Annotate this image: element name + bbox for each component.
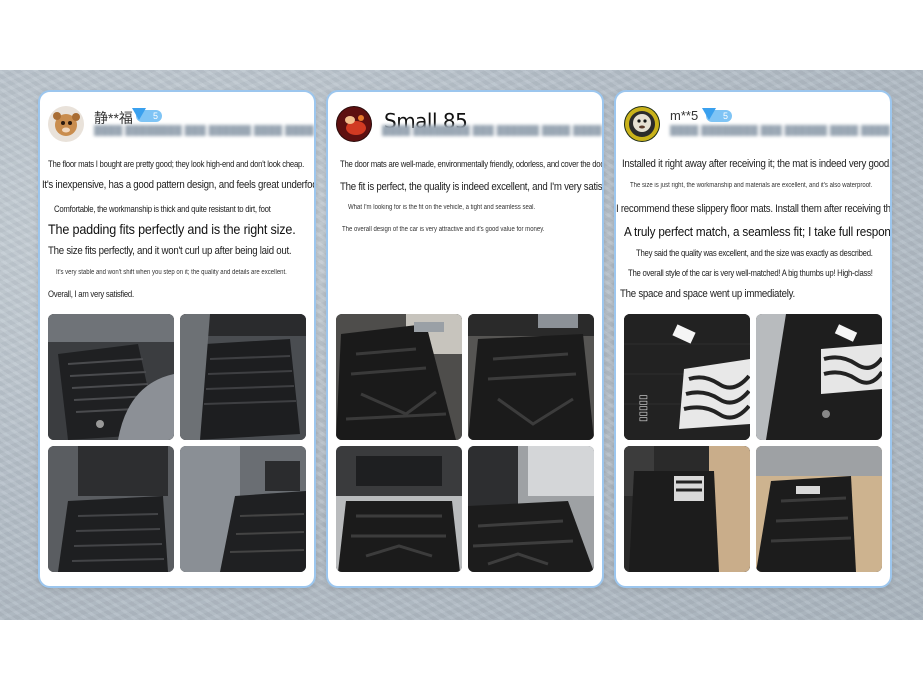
review-text-line: The overall style of the car is very wel… <box>628 268 873 278</box>
review-text-line: Comfortable, the workmanship is thick an… <box>54 204 271 214</box>
review-text-line: I recommend these slippery floor mats. I… <box>616 203 892 215</box>
review-text-line: It's very stable and won't shift when yo… <box>56 269 287 276</box>
review-text-line: Installed it right away after receiving … <box>622 158 892 170</box>
review-text-line: They said the quality was excellent, and… <box>636 248 873 258</box>
review-photo[interactable] <box>468 314 594 440</box>
review-photo[interactable] <box>48 446 174 572</box>
diamond-icon <box>132 108 146 120</box>
membership-badge: 5 <box>702 108 732 122</box>
review-photo[interactable] <box>468 446 594 572</box>
review-card-2: Small 85 ████ ████████ ███ ██████ ████ █… <box>326 90 604 588</box>
blurred-product-info: ████ ████████ ███ ██████ ████ ██████ <box>670 125 890 136</box>
review-text-line: A truly perfect match, a seamless fit; I… <box>624 224 891 239</box>
user-avatar[interactable] <box>48 106 84 142</box>
review-text-line: The size fits perfectly, and it won't cu… <box>48 245 292 257</box>
svg-text:▯▯▯▯▯: ▯▯▯▯▯ <box>638 394 649 422</box>
diamond-icon <box>702 108 716 120</box>
review-photo[interactable] <box>624 446 750 572</box>
review-text-line: The floor mats I bought are pretty good;… <box>48 159 304 169</box>
review-photo[interactable] <box>180 446 306 572</box>
membership-badge: 5 <box>132 108 162 122</box>
review-text-line: It's inexpensive, has a good pattern des… <box>42 179 316 191</box>
username: m**5 <box>670 108 699 123</box>
review-text-line: The space and space went up immediately. <box>620 288 795 300</box>
review-text-line: What I'm looking for is the fit on the v… <box>348 204 536 211</box>
badge-level: 5 <box>722 111 728 121</box>
user-avatar[interactable] <box>624 106 660 142</box>
review-card-3: m**5 5 ████ ████████ ███ ██████ ████ ███… <box>614 90 892 588</box>
review-card-1: 静**福 5 ████ ████████ ███ ██████ ████ ███… <box>38 90 316 588</box>
review-photo[interactable] <box>336 314 462 440</box>
user-avatar[interactable] <box>336 106 372 142</box>
review-photo[interactable] <box>756 446 882 572</box>
review-text-line: The size is just right, the workmanship … <box>630 182 873 189</box>
review-text-line: Overall, I am very satisfied. <box>48 289 134 299</box>
review-text-line: The overall design of the car is very at… <box>342 226 545 233</box>
review-text-line: The door mats are well-made, environment… <box>340 159 604 169</box>
review-photo[interactable] <box>756 314 882 440</box>
review-photo[interactable] <box>48 314 174 440</box>
review-text-line: The padding fits perfectly and is the ri… <box>48 221 296 237</box>
blurred-product-info: ████ ████████ ███ ██████ ████ ██████ <box>94 125 314 136</box>
badge-level: 5 <box>152 111 158 121</box>
review-photo[interactable] <box>336 446 462 572</box>
review-photo[interactable]: ▯▯▯▯▯ <box>624 314 750 440</box>
blurred-product-info: ████ ████████ ███ ██████ ████ ██████ <box>382 125 602 136</box>
review-text-line: The fit is perfect, the quality is indee… <box>340 181 604 193</box>
review-photo[interactable] <box>180 314 306 440</box>
